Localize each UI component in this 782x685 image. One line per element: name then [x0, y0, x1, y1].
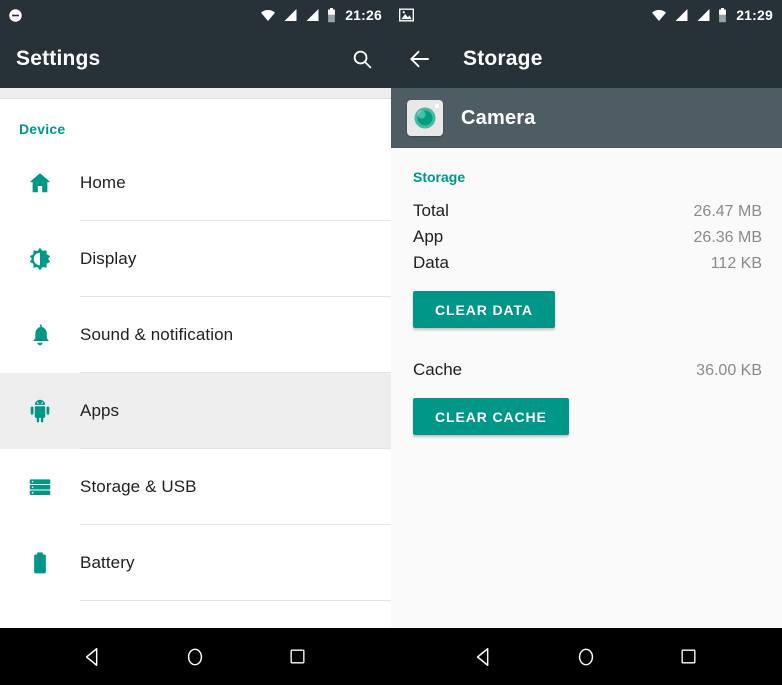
storage-row-app: App 26.36 MB: [411, 225, 762, 251]
camera-app-icon: [407, 100, 443, 136]
screenshot-icon: [399, 8, 414, 22]
android-icon-wrap: [0, 398, 80, 424]
sidebar-item-label: Battery: [80, 553, 135, 572]
clear-cache-button[interactable]: CLEAR CACHE: [413, 398, 569, 435]
row-key: Cache: [413, 360, 463, 379]
home-icon: [29, 173, 51, 193]
nav-home-button[interactable]: [566, 637, 606, 677]
section-header-device: Device: [19, 121, 66, 137]
nav-home-button[interactable]: [175, 637, 215, 677]
app-storage-screen: 21:29 Storage Camera Storage Total 26.47…: [391, 0, 782, 685]
status-bar-right: 21:29: [391, 0, 782, 30]
cache-block: Cache 36.00 KB CLEAR CACHE: [411, 358, 762, 435]
row-divider: [80, 600, 391, 601]
page-title: Storage: [463, 47, 543, 70]
app-header: Camera: [391, 88, 782, 148]
settings-toolbar: Settings: [0, 30, 391, 88]
home-icon-wrap: [0, 170, 80, 196]
storage-row-total: Total 26.47 MB: [411, 199, 762, 225]
recents-icon: [290, 649, 305, 664]
sidebar-item-home[interactable]: Home: [0, 145, 391, 221]
page-title: Settings: [16, 47, 101, 70]
status-bar-left: 21:26: [0, 0, 391, 30]
signal-icon: [306, 9, 319, 21]
back-icon: [477, 647, 489, 666]
storage-toolbar: Storage: [391, 30, 782, 88]
sidebar-item-label: Home: [80, 173, 126, 192]
clear-data-button[interactable]: CLEAR DATA: [413, 291, 555, 328]
signal-icon: [697, 9, 710, 21]
navigation-bar-left[interactable]: [0, 628, 391, 685]
battery-icon: [34, 552, 46, 574]
sidebar-item-label: Storage & USB: [80, 477, 197, 496]
android-icon: [30, 399, 50, 423]
row-value: 26.36 MB: [693, 229, 762, 246]
row-value: 36.00 KB: [696, 362, 762, 379]
app-name: Camera: [461, 106, 536, 129]
status-bar-notifications: [8, 8, 23, 23]
sidebar-item-label: Display: [80, 249, 137, 268]
sidebar-item-apps[interactable]: Apps: [0, 373, 391, 449]
home-icon: [188, 648, 203, 665]
storage-icon: [29, 479, 51, 496]
sidebar-item-battery[interactable]: Battery: [0, 525, 391, 601]
do-not-disturb-icon: [9, 8, 22, 22]
battery-icon-wrap: [0, 550, 80, 576]
back-button[interactable]: [407, 46, 433, 72]
sidebar-item-display[interactable]: Display: [0, 221, 391, 297]
status-bar-clock: 21:26: [345, 7, 382, 23]
search-button[interactable]: [349, 46, 375, 72]
wifi-icon: [261, 10, 276, 21]
section-title-storage: Storage: [413, 169, 466, 185]
brightness-icon-wrap: [0, 246, 80, 272]
back-icon: [86, 647, 98, 666]
bell-icon-wrap: [0, 322, 80, 348]
row-value: 112 KB: [710, 255, 762, 272]
storage-row-data: Data 112 KB: [411, 251, 762, 277]
back-arrow-icon: [410, 50, 429, 68]
home-icon: [579, 648, 594, 665]
storage-row-cache: Cache 36.00 KB: [411, 358, 762, 384]
settings-list[interactable]: Device Home Display Sound & notification…: [0, 99, 391, 628]
row-value: 26.47 MB: [693, 203, 762, 220]
battery-icon: [328, 7, 336, 22]
storage-details: Storage Total 26.47 MB App 26.36 MB Data…: [391, 148, 782, 628]
status-bar-system-icons: 21:26: [260, 7, 382, 23]
bell-icon: [33, 324, 49, 346]
sidebar-item-storage-usb[interactable]: Storage & USB: [0, 449, 391, 525]
row-key: Data: [413, 253, 449, 272]
signal-icon: [675, 9, 688, 21]
sidebar-item-sound-notification[interactable]: Sound & notification: [0, 297, 391, 373]
battery-icon: [719, 7, 727, 22]
dual-screenshot: 21:26 Settings Device Home Display Sound…: [0, 0, 782, 685]
navigation-bar-right[interactable]: [391, 628, 782, 685]
camera-flash-dot: [435, 104, 439, 108]
wifi-icon: [652, 10, 667, 21]
status-bar-notifications: [399, 8, 414, 22]
search-icon: [353, 50, 371, 68]
nav-back-button[interactable]: [464, 637, 504, 677]
nav-recents-button[interactable]: [278, 637, 318, 677]
storage-icon-wrap: [0, 474, 80, 500]
sidebar-item-label: Sound & notification: [80, 325, 234, 344]
nav-back-button[interactable]: [73, 637, 113, 677]
scroll-shadow-band: [0, 88, 391, 99]
settings-screen: 21:26 Settings Device Home Display Sound…: [0, 0, 391, 685]
row-key: Total: [413, 201, 449, 220]
status-bar-clock: 21:29: [736, 7, 773, 23]
row-key: App: [413, 227, 444, 246]
camera-lens: [414, 107, 436, 129]
sidebar-item-label: Apps: [80, 401, 120, 420]
status-bar-system-icons: 21:29: [651, 7, 773, 23]
signal-icon: [284, 9, 297, 21]
nav-recents-button[interactable]: [669, 637, 709, 677]
recents-icon: [681, 649, 696, 664]
brightness-icon: [29, 247, 51, 271]
